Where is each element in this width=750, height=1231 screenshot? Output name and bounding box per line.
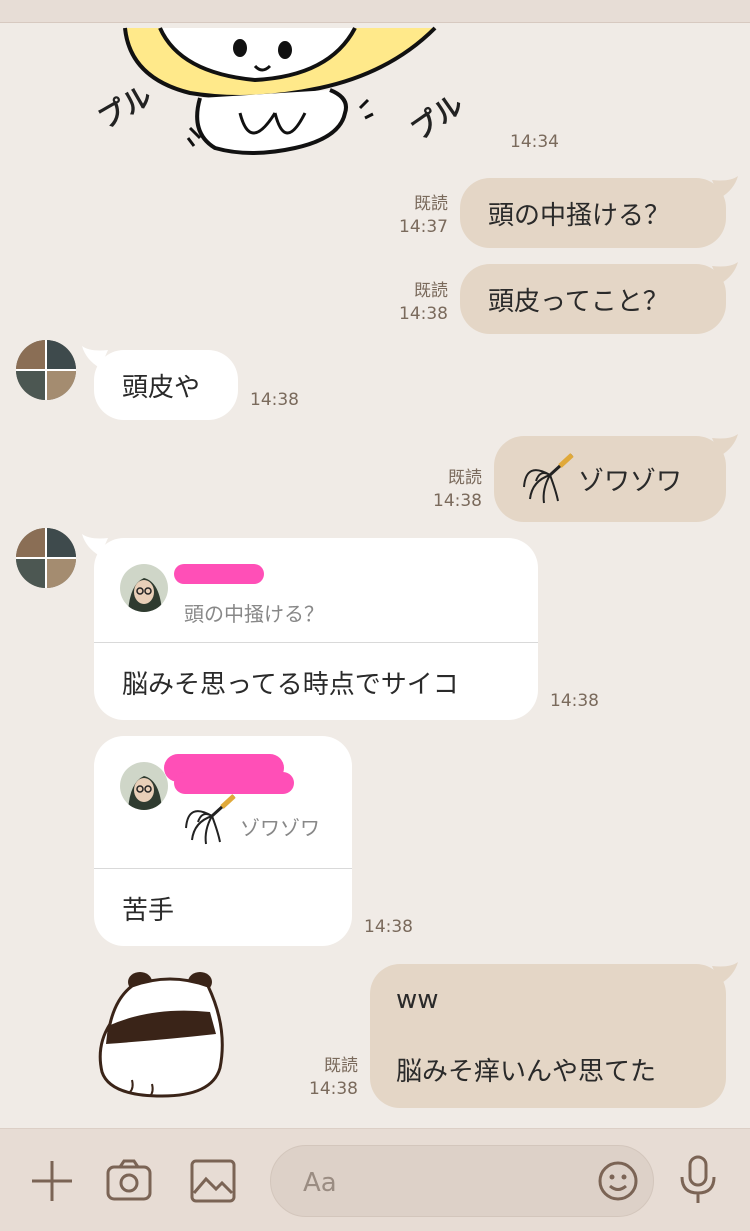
quoted-text: ゾワゾワ — [240, 816, 320, 840]
message-time: 14:38 — [433, 491, 482, 511]
read-label: 既読 — [414, 281, 448, 301]
message-time: 14:38 — [309, 1079, 358, 1099]
read-receipt: 既読 14:38 — [296, 1055, 358, 1101]
friend-avatar[interactable] — [16, 340, 76, 400]
quoted-text: 頭の中掻ける？ — [184, 602, 324, 626]
bear-shaking-sticker[interactable]: プル プル — [90, 18, 470, 168]
friend-avatar[interactable] — [16, 528, 76, 588]
read-label: 既読 — [324, 1056, 358, 1076]
my-message-bubble[interactable]: ww 脳みそ痒いんや思てた — [370, 964, 726, 1108]
my-message-bubble[interactable]: 頭の中掻ける？ — [460, 178, 726, 248]
head-massager-icon — [182, 792, 238, 848]
friend-message-bubble[interactable]: 頭皮や — [94, 350, 238, 420]
message-text: 頭の中掻ける？ — [488, 200, 671, 231]
message-text: 脳みそ思ってる時点でサイコ — [122, 670, 459, 700]
message-text: ゾワゾワ — [578, 466, 683, 497]
message-text-line: ww — [396, 985, 439, 1015]
message-text: 頭皮ってこと？ — [488, 286, 669, 317]
my-message-bubble[interactable]: ゾワゾワ — [494, 436, 726, 522]
message-input[interactable]: Aa — [270, 1145, 654, 1217]
bubble-tail — [82, 346, 108, 368]
read-label: 既読 — [448, 468, 482, 488]
message-time: 14:34 — [510, 132, 559, 152]
emoji-icon[interactable] — [597, 1160, 639, 1202]
message-text: 苦手 — [122, 896, 175, 926]
read-label: 既読 — [414, 194, 448, 214]
redacted-name — [174, 564, 264, 584]
redacted-name — [174, 772, 294, 794]
panda-sticker[interactable] — [92, 968, 232, 1102]
quoted-message[interactable]: ゾワゾワ — [94, 736, 352, 869]
message-input-bar: Aa — [0, 1128, 750, 1231]
friend-reply-message[interactable]: 頭の中掻ける？ 脳みそ思ってる時点でサイコ — [94, 538, 538, 720]
message-text: 頭皮や — [122, 372, 201, 403]
read-receipt: 既読 14:38 — [420, 467, 482, 513]
bubble-tail — [712, 262, 738, 284]
bubble-tail — [712, 962, 738, 984]
message-text-line: 脳みそ痒いんや思てた — [396, 1057, 657, 1087]
plus-icon[interactable] — [30, 1159, 74, 1203]
message-time: 14:38 — [364, 917, 413, 937]
my-message-bubble[interactable]: 頭皮ってこと？ — [460, 264, 726, 334]
read-receipt: 既読 14:37 — [386, 193, 448, 239]
head-massager-icon — [520, 451, 576, 507]
message-time: 14:38 — [550, 691, 599, 711]
my-avatar — [120, 564, 168, 612]
bubble-tail — [712, 434, 738, 456]
message-time: 14:38 — [250, 390, 299, 410]
message-time: 14:37 — [399, 217, 448, 237]
read-receipt: 既読 14:38 — [386, 280, 448, 326]
friend-reply-message[interactable]: ゾワゾワ 苦手 — [94, 736, 352, 946]
my-avatar — [120, 762, 168, 810]
image-icon[interactable] — [190, 1159, 236, 1203]
bubble-tail — [712, 176, 738, 198]
message-time: 14:38 — [399, 304, 448, 324]
camera-icon[interactable] — [106, 1157, 152, 1203]
quoted-message[interactable]: 頭の中掻ける？ — [94, 538, 538, 643]
mic-icon[interactable] — [676, 1155, 720, 1205]
input-placeholder: Aa — [303, 1168, 337, 1198]
